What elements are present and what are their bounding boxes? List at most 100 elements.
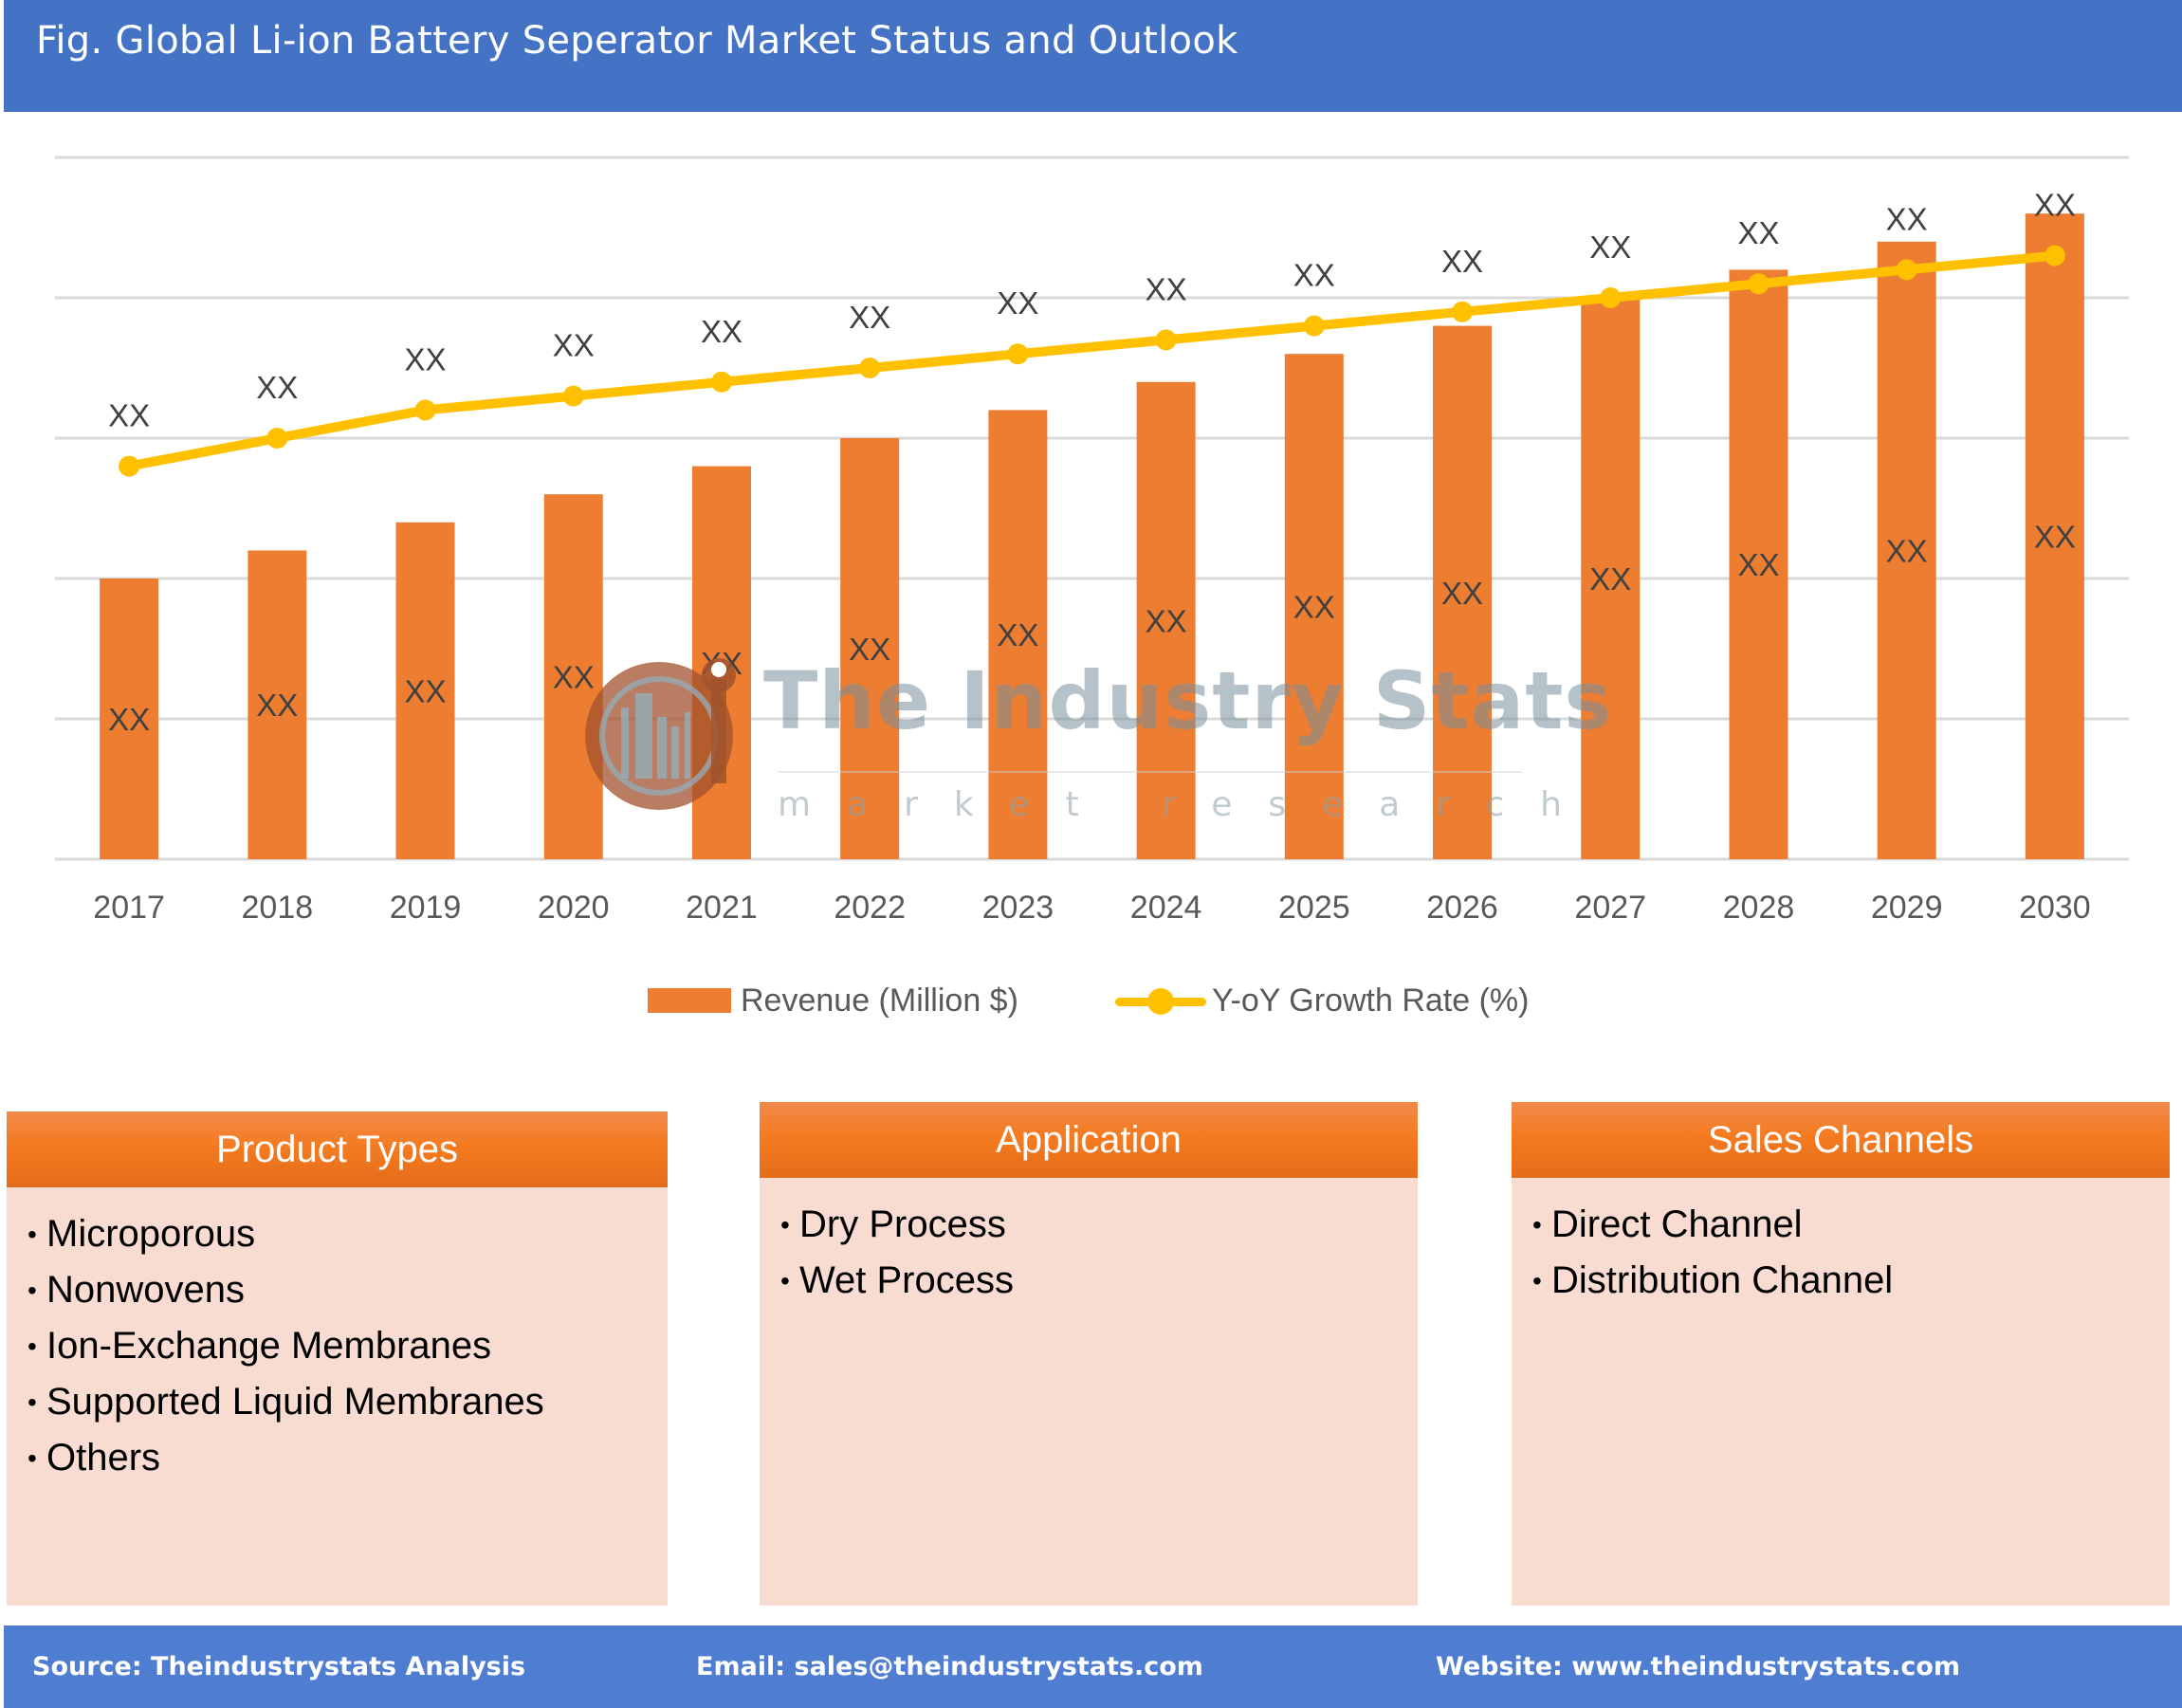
growth-point — [1748, 273, 1769, 295]
gridlines — [55, 156, 2129, 861]
bullet-icon: • — [1532, 1266, 1542, 1295]
list-item: • Wet Process — [780, 1253, 1408, 1309]
bullet-icon: • — [28, 1387, 37, 1417]
legend-label-revenue: Revenue (Million $) — [741, 982, 1018, 1019]
line-data-label: XX — [405, 341, 447, 376]
x-tick-label: 2023 — [982, 890, 1054, 926]
line-data-label: XX — [2034, 188, 2076, 223]
bar-data-label: XX — [1886, 533, 1928, 568]
application-list: • Dry Process • Wet Process — [780, 1197, 1408, 1309]
chart-legend: Revenue (Million $) Y-oY Growth Rate (%) — [0, 977, 2182, 1024]
line-data-label: XX — [1737, 215, 1779, 250]
growth-point — [266, 428, 288, 449]
bullet-icon: • — [28, 1332, 37, 1361]
footer-bar: Source: Theindustrystats Analysis Email:… — [4, 1625, 2182, 1708]
bar-data-label: XX — [1737, 547, 1779, 582]
footer-source: Source: Theindustrystats Analysis — [32, 1652, 526, 1681]
x-tick-label: 2028 — [1723, 890, 1795, 926]
line-data-label: XX — [701, 314, 743, 349]
growth-point — [1452, 301, 1474, 322]
page-title: Fig. Global Li-ion Battery Seperator Mar… — [36, 19, 1238, 63]
bar-data-label: XX — [2034, 520, 2076, 555]
x-tick-label: 2027 — [1574, 890, 1646, 926]
bullet-icon: • — [780, 1266, 790, 1295]
list-item: • Dry Process — [780, 1197, 1408, 1253]
list-item: • Supported Liquid Membranes — [28, 1374, 658, 1430]
application-box: Application • Dry Process • Wet Process — [760, 1102, 1418, 1606]
bar-data-label: XX — [256, 688, 298, 723]
product-types-box: Product Types • Microporous • Nonwovens • I… — [7, 1111, 668, 1606]
bar-data-label: XX — [1589, 561, 1631, 597]
product-types-list: • Microporous • Nonwovens • Ion-Exchange Me… — [28, 1206, 658, 1486]
footer-website: Website: www.theindustrystats.com — [1436, 1652, 1961, 1681]
x-tick-label: 2019 — [390, 890, 462, 926]
product-types-header: Product Types — [7, 1111, 668, 1187]
x-tick-label: 2017 — [93, 890, 165, 926]
bullet-icon: • — [28, 1220, 37, 1249]
legend-item-growth: Y-oY Growth Rate (%) — [1115, 977, 1529, 1024]
revenue-bars — [100, 213, 2084, 860]
header-bar: Fig. Global Li-ion Battery Seperator Mar… — [4, 0, 2182, 112]
line-data-label: XX — [1589, 230, 1631, 265]
x-tick-label: 2018 — [242, 890, 314, 926]
line-data-label: XX — [108, 398, 150, 433]
growth-point — [1896, 259, 1917, 281]
bullet-icon: • — [780, 1210, 790, 1240]
x-tick-label: 2024 — [1130, 890, 1202, 926]
footer-email: Email: sales@theindustrystats.com — [696, 1652, 1203, 1681]
x-tick-label: 2022 — [834, 890, 906, 926]
legend-bar-swatch-icon — [648, 988, 731, 1013]
list-item: • Distribution Channel — [1532, 1253, 2160, 1309]
line-data-label: XX — [1146, 271, 1187, 306]
line-data-label: XX — [553, 328, 595, 363]
list-item: • Microporous — [28, 1206, 658, 1262]
line-data-label: XX — [1441, 244, 1483, 279]
sales-channels-box: Sales Channels • Direct Channel • Distribu… — [1512, 1102, 2170, 1606]
bar-data-label: XX — [553, 660, 595, 695]
list-item: • Nonwovens — [28, 1262, 658, 1318]
growth-point — [710, 371, 732, 393]
sales-channels-header: Sales Channels — [1512, 1102, 2170, 1178]
bar-data-label: XX — [405, 673, 447, 708]
growth-point — [1303, 315, 1325, 337]
application-header: Application — [760, 1102, 1418, 1178]
bullet-icon: • — [28, 1276, 37, 1305]
line-data-label: XX — [997, 285, 1038, 321]
bullet-icon: • — [1532, 1210, 1542, 1240]
x-tick-label: 2030 — [2019, 890, 2091, 926]
sales-channels-list: • Direct Channel • Distribution Channel — [1532, 1197, 2160, 1309]
legend-line-marker-icon — [1115, 986, 1206, 1015]
list-item: • Others — [28, 1430, 658, 1486]
growth-point — [1155, 329, 1177, 351]
growth-point — [1007, 343, 1029, 365]
x-tick-label: 2026 — [1426, 890, 1498, 926]
x-tick-label: 2029 — [1871, 890, 1943, 926]
line-data-label: XX — [1293, 258, 1335, 293]
line-data-label: XX — [256, 370, 298, 405]
x-axis-labels: 2017 2018 2019 2020 2021 2022 2023 2024 2025 2026… — [93, 890, 2090, 926]
bar-data-label: XX — [997, 617, 1038, 652]
revenue-growth-chart: XX XX XX XX XX XX XX XX XX XX XX XX XX XX XX XX XX XX XX XX… — [55, 156, 2129, 926]
growth-point — [859, 358, 881, 378]
list-item: • Ion-Exchange Membranes — [28, 1318, 658, 1374]
growth-point — [2044, 245, 2065, 266]
growth-point — [414, 399, 436, 421]
x-tick-label: 2025 — [1278, 890, 1350, 926]
growth-point — [119, 455, 140, 477]
legend-item-revenue: Revenue (Million $) — [648, 977, 1018, 1024]
line-data-label: XX — [849, 300, 890, 335]
x-tick-label: 2020 — [538, 890, 610, 926]
bar-data-label: XX — [1441, 576, 1483, 611]
bar-data-label: XX — [701, 646, 743, 681]
bar-data-label: XX — [849, 632, 890, 667]
growth-point — [562, 385, 584, 407]
bullet-icon: • — [28, 1443, 37, 1473]
line-data-label: XX — [1886, 201, 1928, 236]
legend-label-growth: Y-oY Growth Rate (%) — [1212, 982, 1530, 1019]
growth-point — [1600, 287, 1622, 308]
list-item: • Direct Channel — [1532, 1197, 2160, 1253]
x-tick-label: 2021 — [686, 890, 758, 926]
bar-data-label: XX — [108, 702, 150, 737]
bar-data-label: XX — [1146, 603, 1187, 638]
bar-data-label: XX — [1293, 590, 1335, 625]
